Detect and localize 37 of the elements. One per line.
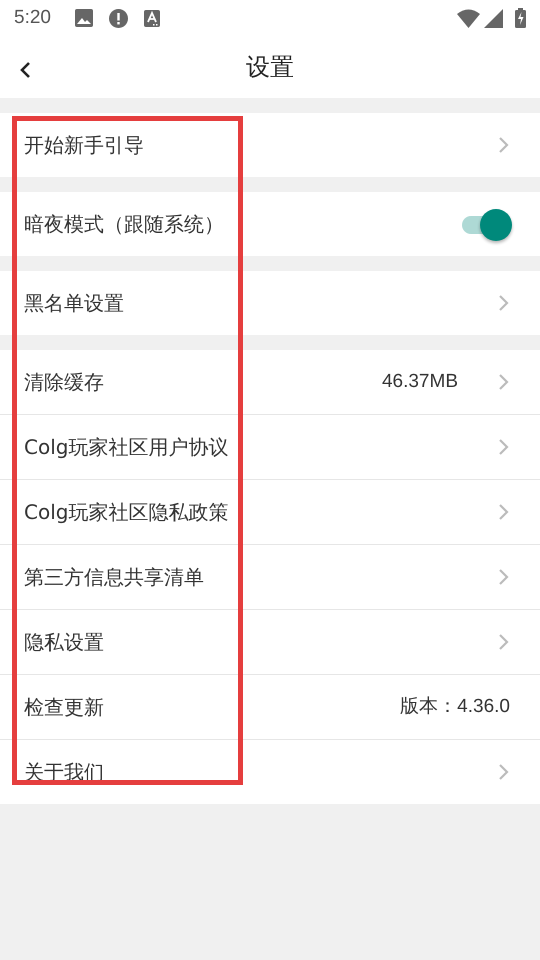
row-label: 检查更新 [24,694,104,721]
chevron-right-icon [498,136,510,154]
chevron-right-icon [498,503,510,521]
image-icon [74,9,93,27]
chevron-right-icon [498,633,510,651]
settings-row[interactable]: Colg玩家社区用户协议 [0,414,540,479]
settings-row[interactable]: 开始新手引导 [0,113,540,177]
chevron-right-icon [498,294,510,312]
wifi-icon [457,8,480,28]
settings-row[interactable]: 暗夜模式（跟随系统） [0,192,540,256]
chevron-right-icon [498,373,510,391]
chevron-right-icon [498,568,510,586]
settings-row[interactable]: Colg玩家社区隐私政策 [0,479,540,544]
signal-icon [484,8,503,28]
status-time: 5:20 [14,6,51,30]
row-label: 黑名单设置 [24,290,124,317]
chevron-right-icon [498,763,510,781]
cache-size: 46.37MB [382,370,458,394]
page-title: 设置 [246,52,294,83]
row-label: Colg玩家社区隐私政策 [24,499,228,526]
chevron-right-icon [498,438,510,456]
version-text: 版本：4.36.0 [400,694,510,719]
settings-row[interactable]: 第三方信息共享清单 [0,544,540,609]
back-icon [18,60,32,80]
battery-icon [515,8,526,28]
row-label: 第三方信息共享清单 [24,564,204,591]
settings-row[interactable]: 检查更新 版本：4.36.0 [0,674,540,739]
settings-row[interactable]: 清除缓存 46.37MB [0,350,540,414]
alert-icon [108,8,128,28]
row-label: 清除缓存 [24,369,104,396]
row-label: 暗夜模式（跟随系统） [24,211,224,238]
settings-row[interactable]: 黑名单设置 [0,271,540,335]
settings-row[interactable]: 隐私设置 [0,609,540,674]
font-icon [144,10,160,26]
row-label: Colg玩家社区用户协议 [24,434,228,461]
row-label: 开始新手引导 [24,132,144,159]
row-label: 隐私设置 [24,629,104,656]
